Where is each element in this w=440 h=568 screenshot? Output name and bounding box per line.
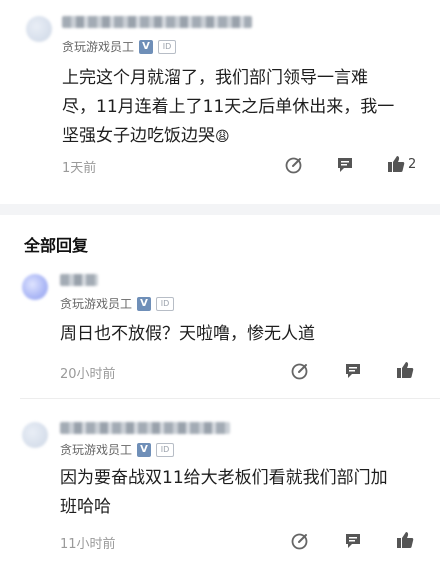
- user-title: 贪玩游戏员工: [60, 443, 133, 457]
- top-comment: 贪玩游戏员工 V ID 上完这个月就溜了，我们部门领导一言难 尽，11月连着上了…: [0, 0, 440, 204]
- comment-time: 1天前: [62, 161, 97, 176]
- reply-line: 班哈哈: [60, 497, 111, 517]
- section-separator: [0, 204, 440, 215]
- reply-divider: [20, 398, 440, 399]
- id-badge: ID: [158, 39, 177, 54]
- reply-line: 周日也不放假？天啦噜，惨无人道: [60, 324, 315, 344]
- reply-time: 11小时前: [60, 537, 116, 552]
- user-title: 贪玩游戏员工: [62, 40, 135, 54]
- verified-badge: V: [137, 296, 152, 311]
- avatar[interactable]: [26, 16, 52, 42]
- user-title: 贪玩游戏员工: [60, 297, 133, 311]
- user-meta: 贪玩游戏员工 V ID: [62, 38, 177, 55]
- comment-line-text: 坚强女子边吃饭边哭: [62, 126, 215, 146]
- verified-badge: V: [139, 39, 154, 54]
- edit-icon[interactable]: [291, 532, 309, 550]
- edit-icon[interactable]: [285, 156, 303, 174]
- like-icon[interactable]: [396, 361, 414, 379]
- comment-text: 上完这个月就溜了，我们部门领导一言难 尽，11月连着上了11天之后单休出来，我一…: [62, 64, 394, 152]
- reply-time: 20小时前: [60, 367, 116, 382]
- reply-line: 因为要奋战双11给大老板们看就我们部门加: [60, 468, 388, 488]
- id-badge: ID: [156, 442, 175, 457]
- user-meta: 贪玩游戏员工 V ID: [60, 441, 175, 458]
- id-badge: ID: [156, 296, 175, 311]
- comment-icon[interactable]: [336, 156, 354, 174]
- user-meta: 贪玩游戏员工 V ID: [60, 295, 175, 312]
- reply-item: 贪玩游戏员工 V ID 周日也不放假？天啦噜，惨无人道 20小时前: [0, 262, 440, 392]
- username[interactable]: [60, 422, 230, 434]
- reply-item: 贪玩游戏员工 V ID 因为要奋战双11给大老板们看就我们部门加 班哈哈 11小…: [0, 410, 440, 568]
- like-icon[interactable]: [396, 531, 414, 549]
- comment-icon[interactable]: [344, 362, 362, 380]
- comment-icon[interactable]: [344, 532, 362, 550]
- avatar[interactable]: [22, 422, 48, 448]
- like-count: 2: [408, 157, 417, 172]
- like-icon[interactable]: [387, 155, 405, 173]
- comment-line: 坚强女子边吃饭边哭😩: [62, 122, 394, 152]
- crying-emoji: 😩: [215, 129, 230, 145]
- username[interactable]: [62, 16, 252, 28]
- comment-line: 尽，11月连着上了11天之后单休出来，我一: [62, 97, 395, 117]
- reply-text: 周日也不放假？天啦噜，惨无人道: [60, 320, 315, 349]
- avatar[interactable]: [22, 274, 48, 300]
- username[interactable]: [60, 274, 98, 286]
- reply-text: 因为要奋战双11给大老板们看就我们部门加 班哈哈: [60, 464, 388, 522]
- comment-line: 上完这个月就溜了，我们部门领导一言难: [62, 68, 368, 88]
- section-title: 全部回复: [24, 236, 89, 255]
- verified-badge: V: [137, 442, 152, 457]
- edit-icon[interactable]: [291, 362, 309, 380]
